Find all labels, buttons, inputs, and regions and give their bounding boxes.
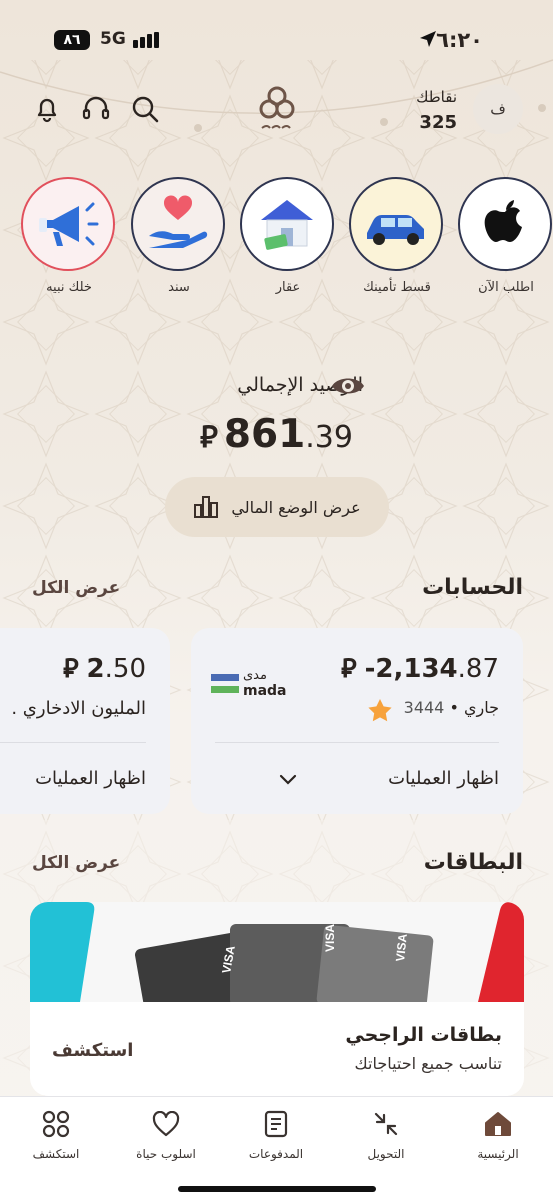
balance-int: 861 bbox=[223, 412, 306, 457]
show-transactions-label: اظهار العمليات bbox=[388, 768, 499, 789]
car-icon bbox=[367, 215, 424, 245]
promo-title: بطاقات الراجحي bbox=[345, 1024, 502, 1046]
cards-view-all[interactable]: عرض الكل bbox=[32, 853, 120, 873]
account-card[interactable]: ⃁ 2.50 المليون الادخاري . اظهار العمليات bbox=[0, 628, 170, 814]
nav-label: المدفوعات bbox=[248, 1147, 304, 1161]
nav-explore[interactable]: استكشف bbox=[1, 1107, 111, 1161]
financial-status-button[interactable]: عرض الوضع المالي bbox=[165, 477, 389, 537]
cards-promo-image: VISA VISA VISA bbox=[30, 902, 524, 1002]
svg-text:VISA: VISA bbox=[393, 933, 410, 963]
account-type: جاري bbox=[463, 698, 499, 717]
currency-symbol: ⃁ bbox=[341, 654, 357, 684]
points-value: 325 bbox=[419, 112, 457, 133]
heart-icon bbox=[152, 1111, 180, 1137]
divider bbox=[215, 742, 499, 743]
bottom-nav: الرئيسية التحويل المدفوعات اسلوب حياة اس… bbox=[0, 1096, 553, 1200]
house-icon bbox=[261, 200, 313, 250]
mada-english: mada bbox=[243, 683, 287, 699]
apple-icon bbox=[484, 200, 522, 242]
bank-logo-icon bbox=[259, 86, 295, 129]
currency-symbol: ⃁ bbox=[200, 420, 218, 455]
story-label: قسط تأمينك bbox=[363, 280, 431, 295]
status-time: ٦:٢٠ bbox=[436, 28, 483, 52]
battery-indicator: ٨٦ bbox=[54, 30, 90, 50]
promo-subtitle: تناسب جميع احتياجاتك bbox=[354, 1054, 503, 1073]
network-type: 5G bbox=[100, 29, 126, 49]
account-amount-int: 2 bbox=[86, 654, 105, 684]
points-label: نقاطك bbox=[416, 88, 457, 106]
account-amount: ⃁ 2.50 bbox=[63, 652, 146, 685]
show-transactions-button[interactable]: اظهار العمليات bbox=[35, 768, 146, 789]
nav-payments[interactable]: المدفوعات bbox=[221, 1107, 331, 1161]
nav-home[interactable]: الرئيسية bbox=[443, 1107, 553, 1161]
show-transactions-label: اظهار العمليات bbox=[35, 768, 146, 789]
bar-chart-icon bbox=[194, 496, 219, 518]
balance-amount: ⃁ 861.39 bbox=[0, 412, 553, 457]
cards-title: البطاقات bbox=[423, 850, 523, 875]
status-bar: ٨٦ 5G ٦:٢٠ bbox=[0, 26, 553, 58]
nav-transfer[interactable]: التحويل bbox=[331, 1107, 441, 1161]
story-label: خلك نبيه bbox=[46, 280, 92, 295]
story-apple[interactable]: اطلب الآن bbox=[458, 177, 553, 295]
nav-lifestyle[interactable]: اسلوب حياة bbox=[111, 1107, 221, 1161]
financial-status-label: عرض الوضع المالي bbox=[231, 497, 361, 517]
location-arrow-icon bbox=[420, 31, 436, 47]
story-awareness[interactable]: خلك نبيه bbox=[21, 177, 117, 295]
heart-hand-icon bbox=[149, 195, 208, 248]
app-screen: ٨٦ 5G ٦:٢٠ ف نقاطك 325 اطلب الآن قسط تأم… bbox=[0, 0, 553, 1200]
story-sanad[interactable]: سند bbox=[131, 177, 227, 295]
story-real-estate[interactable]: عقار bbox=[240, 177, 336, 295]
mada-logo: مدى mada bbox=[211, 668, 287, 702]
payments-icon bbox=[264, 1110, 288, 1138]
avatar[interactable]: ف bbox=[473, 84, 523, 134]
account-name: المليون الادخاري . bbox=[11, 698, 146, 719]
mada-arabic: مدى bbox=[243, 668, 267, 683]
divider bbox=[0, 742, 146, 743]
account-info: جاري • 3444 bbox=[403, 698, 499, 717]
account-amount-dec: .50 bbox=[104, 654, 146, 684]
nav-label: استكشف bbox=[32, 1147, 80, 1161]
story-label: اطلب الآن bbox=[478, 280, 534, 295]
home-indicator[interactable] bbox=[178, 1186, 376, 1192]
account-number: 3444 bbox=[403, 698, 445, 717]
avatar-initial: ف bbox=[490, 100, 506, 118]
support-icon[interactable] bbox=[81, 94, 111, 124]
search-icon[interactable] bbox=[130, 94, 160, 124]
signal-icon bbox=[133, 32, 159, 48]
nav-label: اسلوب حياة bbox=[136, 1147, 196, 1161]
nav-label: الرئيسية bbox=[477, 1147, 519, 1161]
story-label: سند bbox=[168, 280, 190, 295]
balance-dec: .39 bbox=[305, 420, 353, 455]
currency-symbol: ⃁ bbox=[63, 654, 79, 684]
accounts-view-all[interactable]: عرض الكل bbox=[32, 578, 120, 598]
cards-promo[interactable]: VISA VISA VISA بطاقات الراجحي تناسب جميع… bbox=[30, 902, 524, 1096]
svg-text:VISA: VISA bbox=[323, 924, 337, 952]
explore-button[interactable]: استكشف bbox=[52, 1040, 133, 1061]
explore-icon bbox=[42, 1110, 70, 1138]
points-display[interactable]: نقاطك 325 bbox=[416, 88, 457, 133]
accounts-title: الحسابات bbox=[422, 575, 523, 600]
chevron-down-icon bbox=[279, 774, 297, 785]
megaphone-icon bbox=[39, 202, 99, 246]
account-card[interactable]: ⃁ -2,134.87 جاري • 3444 مدى mada اظهار ال… bbox=[191, 628, 523, 814]
transfer-icon bbox=[374, 1112, 398, 1136]
nav-label: التحويل bbox=[367, 1147, 405, 1161]
account-amount-dec: .87 bbox=[457, 654, 499, 684]
account-amount: ⃁ -2,134.87 bbox=[341, 652, 499, 685]
story-label: عقار bbox=[275, 280, 301, 295]
eye-icon[interactable] bbox=[330, 372, 366, 400]
notification-icon[interactable] bbox=[32, 94, 62, 124]
account-amount-int: -2,134 bbox=[364, 654, 458, 684]
star-icon[interactable] bbox=[367, 698, 393, 722]
show-transactions-button[interactable]: اظهار العمليات bbox=[388, 768, 499, 789]
story-insurance[interactable]: قسط تأمينك bbox=[349, 177, 445, 295]
home-icon bbox=[485, 1112, 511, 1136]
